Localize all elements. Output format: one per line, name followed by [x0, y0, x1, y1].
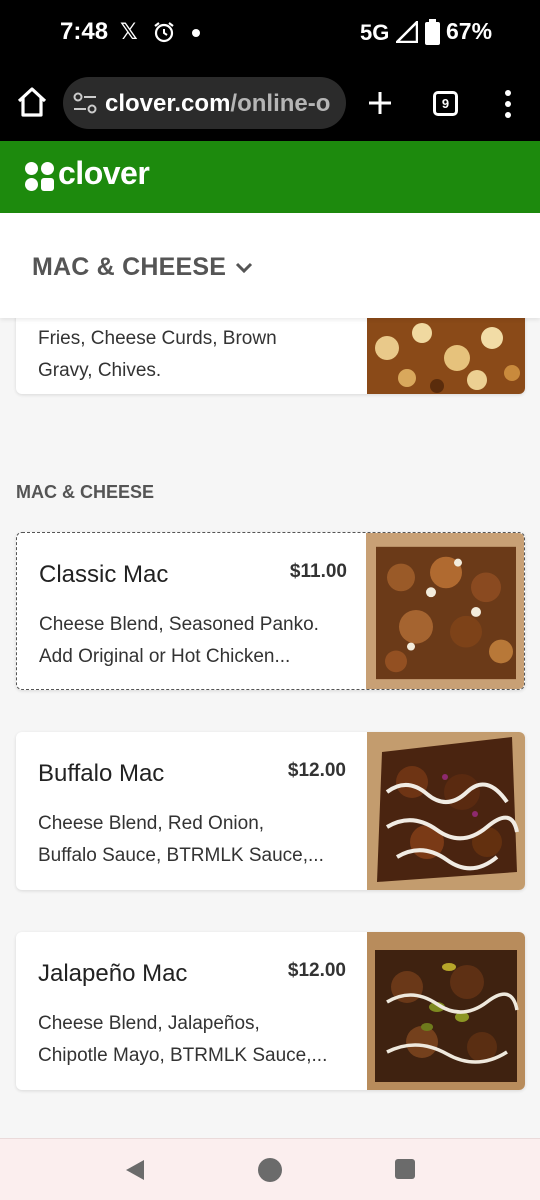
address-bar[interactable]: clover.com/online-o: [63, 77, 346, 129]
category-dropdown[interactable]: MAC & CHEESE: [32, 253, 254, 282]
battery-icon: [425, 19, 440, 45]
category-bar: MAC & CHEESE: [0, 213, 540, 318]
item-description-line: Gravy, Chives.: [38, 360, 162, 381]
site-settings-icon[interactable]: [73, 92, 97, 114]
signal-icon: [396, 21, 418, 43]
item-description-line: Cheese Blend, Red Onion,: [38, 813, 265, 834]
item-description: Fries, Cheese Curds, Brown Gravy, Chives…: [38, 323, 338, 387]
home-icon[interactable]: [14, 84, 50, 120]
browser-toolbar: clover.com/online-o 9: [0, 66, 540, 141]
item-description-line: Buffalo Sauce, BTRMLK Sauce,...: [38, 845, 324, 866]
battery-percent: 67%: [446, 18, 493, 44]
menu-item-card[interactable]: Fries, Cheese Curds, Brown Gravy, Chives…: [16, 318, 525, 394]
new-tab-icon[interactable]: [366, 89, 394, 117]
item-name: Jalapeño Mac: [38, 960, 188, 987]
menu-content[interactable]: Fries, Cheese Curds, Brown Gravy, Chives…: [0, 318, 540, 1138]
jalapeno-mac-photo: [367, 932, 525, 1090]
chevron-down-icon: [236, 262, 253, 273]
item-description-line: Fries, Cheese Curds, Brown: [38, 328, 277, 349]
item-description: Cheese Blend, Jalapeños, Chipotle Mayo, …: [38, 1008, 358, 1072]
tab-switcher-button[interactable]: 9: [433, 91, 458, 116]
item-name: Classic Mac: [39, 561, 169, 588]
back-icon[interactable]: [124, 1159, 146, 1181]
item-description-line: Cheese Blend, Seasoned Panko.: [39, 614, 319, 635]
clover-logo-icon: [25, 162, 54, 191]
classic-mac-photo: [366, 533, 524, 689]
network-type: 5G: [360, 20, 390, 45]
item-price: $12.00: [287, 760, 346, 781]
system-nav-bar: [0, 1138, 540, 1200]
alarm-icon: [154, 22, 174, 43]
item-price: $11.00: [289, 561, 347, 582]
recents-icon[interactable]: [395, 1159, 415, 1179]
notification-dot-icon: [192, 29, 200, 37]
menu-item-card[interactable]: Classic Mac $11.00 Cheese Blend, Seasone…: [16, 532, 525, 690]
more-menu-icon[interactable]: [500, 88, 516, 120]
menu-item-card[interactable]: Buffalo Mac $12.00 Cheese Blend, Red Oni…: [16, 732, 525, 890]
url-path: /online-o: [230, 90, 331, 117]
item-description-line: Chipotle Mayo, BTRMLK Sauce,...: [38, 1045, 328, 1066]
buffalo-mac-photo: [367, 732, 525, 890]
item-name: Buffalo Mac: [38, 760, 165, 787]
category-label: MAC & CHEESE: [32, 253, 227, 281]
clover-logo-text: clover: [58, 155, 150, 191]
item-description: Cheese Blend, Red Onion, Buffalo Sauce, …: [38, 808, 358, 872]
x-app-icon: 𝕏: [120, 19, 138, 44]
url-text[interactable]: clover.com/online-o: [105, 90, 330, 118]
section-title: MAC & CHEESE: [16, 482, 155, 502]
clover-header: clover: [0, 141, 540, 213]
url-host: clover.com: [105, 90, 231, 117]
poutine-photo: [367, 318, 525, 394]
item-description-line: Add Original or Hot Chicken...: [39, 646, 291, 667]
item-description-line: Cheese Blend, Jalapeños,: [38, 1013, 260, 1034]
status-time: 7:48: [60, 18, 109, 45]
item-description: Cheese Blend, Seasoned Panko. Add Origin…: [39, 609, 359, 673]
status-bar: 7:48 𝕏 5G 67%: [0, 0, 540, 66]
home-button-icon[interactable]: [258, 1158, 282, 1182]
item-price: $12.00: [287, 960, 346, 981]
menu-item-card[interactable]: Jalapeño Mac $12.00 Cheese Blend, Jalape…: [16, 932, 525, 1090]
